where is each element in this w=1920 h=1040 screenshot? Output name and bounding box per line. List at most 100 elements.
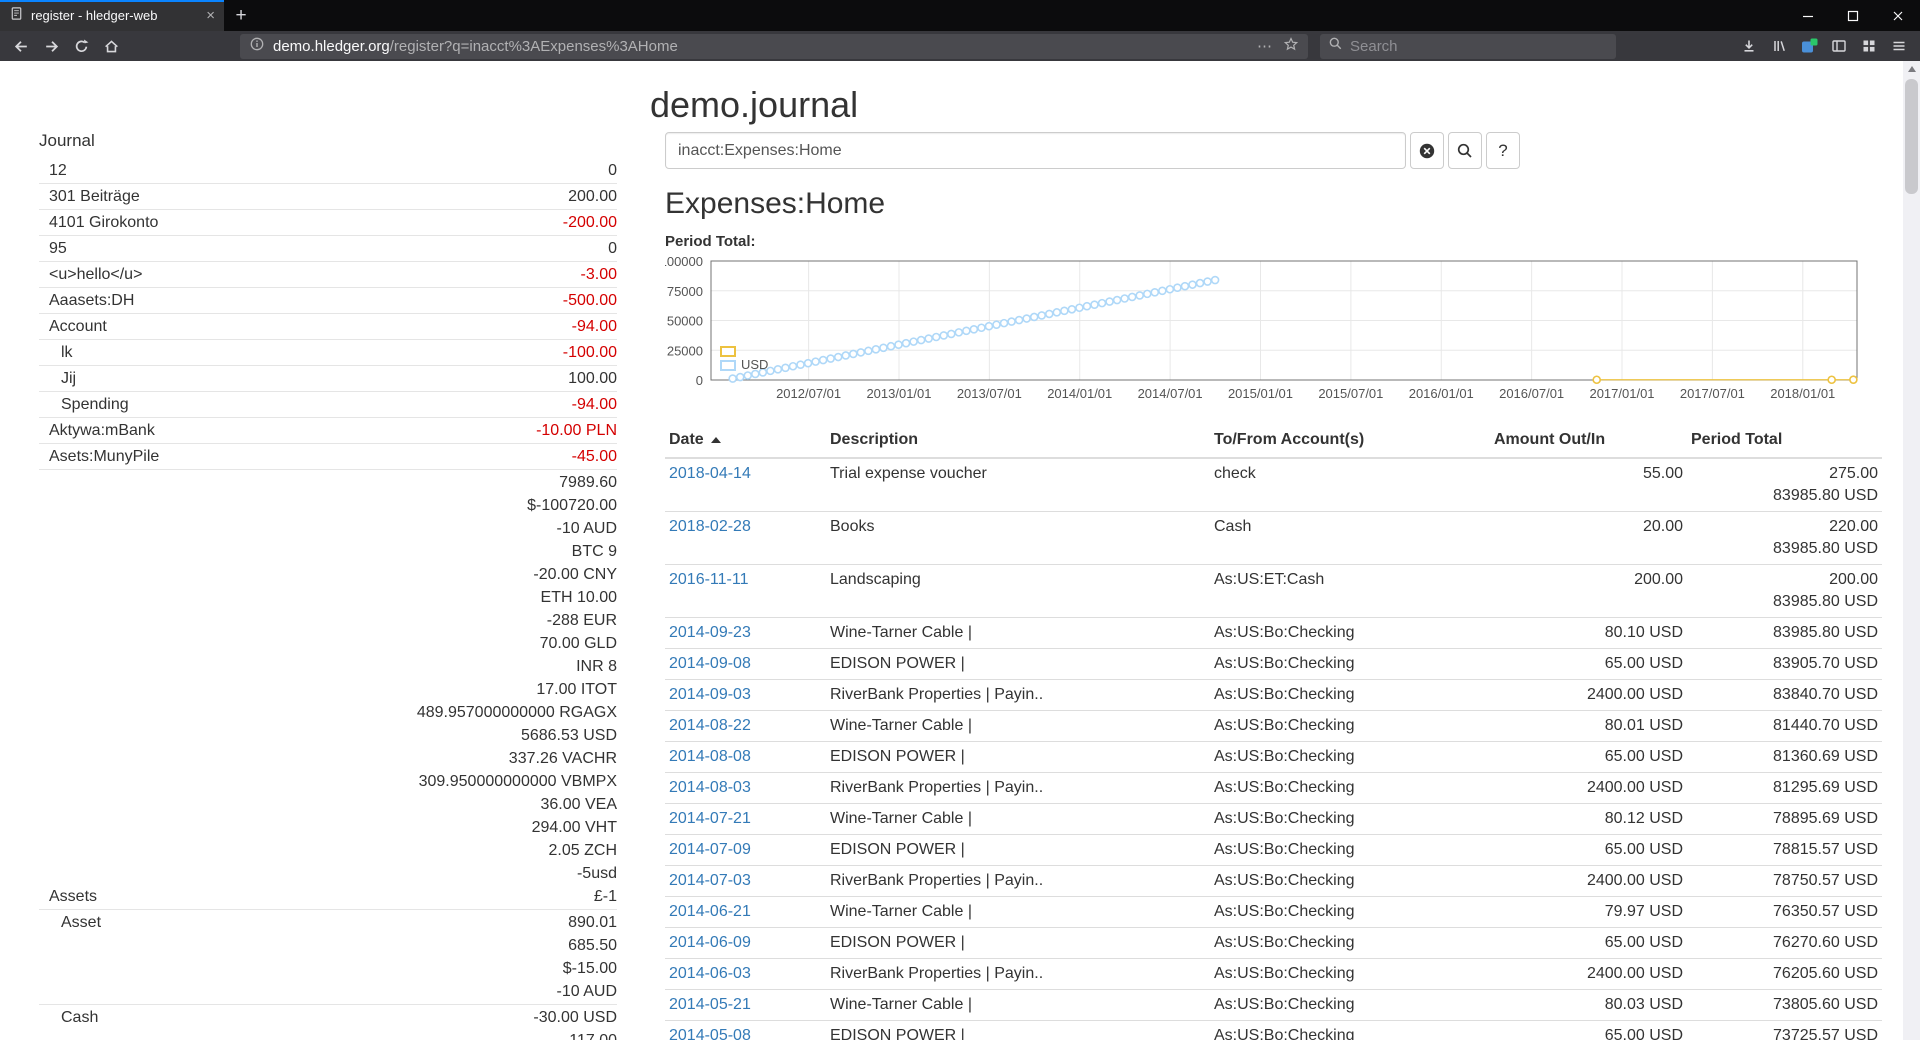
clear-query-button[interactable] bbox=[1410, 132, 1444, 169]
register-period-total: 83905.70 USD bbox=[1687, 649, 1882, 680]
register-description: Landscaping bbox=[826, 565, 1210, 618]
balance-amount: 100.00 bbox=[568, 367, 617, 390]
register-account: As:US:Bo:Checking bbox=[1210, 928, 1490, 959]
register-amount: 79.97 USD bbox=[1490, 897, 1687, 928]
register-period-total: 78750.57 USD bbox=[1687, 866, 1882, 897]
register-date-cell: 2014-06-09 bbox=[665, 928, 826, 959]
register-row: 2014-09-03RiverBank Properties | Payin..… bbox=[665, 680, 1882, 711]
account-link[interactable]: Asset bbox=[39, 911, 101, 934]
library-icon[interactable] bbox=[1764, 33, 1794, 59]
sidebar: Journal 120301 Beiträge200.004101 Giroko… bbox=[39, 129, 617, 1040]
scrollbar-up-arrow[interactable] bbox=[1903, 61, 1920, 77]
scrollbar[interactable] bbox=[1903, 61, 1920, 1040]
account-link[interactable]: 12 bbox=[39, 159, 67, 182]
register-date-link[interactable]: 2014-06-09 bbox=[669, 934, 751, 951]
account-link[interactable]: Jij bbox=[39, 367, 76, 390]
account-link[interactable]: Aaasets:DH bbox=[39, 289, 134, 312]
window-maximize-button[interactable] bbox=[1830, 0, 1875, 31]
account-link[interactable]: <u>hello</u> bbox=[39, 263, 142, 286]
bookmark-star-icon[interactable] bbox=[1283, 36, 1299, 57]
forward-button[interactable] bbox=[36, 33, 66, 59]
balance-amount: -500.00 bbox=[563, 289, 617, 312]
site-info-icon[interactable] bbox=[249, 36, 265, 57]
extension-icon[interactable] bbox=[1794, 33, 1824, 59]
browser-search-bar[interactable] bbox=[1320, 34, 1616, 59]
register-date-link[interactable]: 2014-08-03 bbox=[669, 779, 751, 796]
menu-icon[interactable] bbox=[1884, 33, 1914, 59]
sidebar-account-row: Spending-94.00 bbox=[39, 392, 617, 418]
register-row: 2014-06-03 RiverBank Properties | Payin..… bbox=[665, 959, 1882, 990]
register-period-total: 81360.69 USD bbox=[1687, 742, 1882, 773]
sidebars-icon[interactable] bbox=[1824, 33, 1854, 59]
register-table: DateDescriptionTo/From Account(s)Amount … bbox=[665, 423, 1882, 1040]
register-date-link[interactable]: 2014-06-21 bbox=[669, 903, 751, 920]
register-account: As:US:Bo:Checking bbox=[1210, 773, 1490, 804]
register-date-link[interactable]: 2014-09-08 bbox=[669, 655, 751, 672]
account-link[interactable]: Spending bbox=[39, 393, 129, 416]
register-date-link[interactable]: 2014-08-22 bbox=[669, 717, 751, 734]
account-link[interactable]: 301 Beiträge bbox=[39, 185, 140, 208]
register-date-link[interactable]: 2014-09-03 bbox=[669, 686, 751, 703]
downloads-icon[interactable] bbox=[1734, 33, 1764, 59]
sidebar-journal-link[interactable]: Journal bbox=[39, 129, 617, 153]
tab-close-icon[interactable]: × bbox=[206, 8, 215, 23]
scrollbar-thumb[interactable] bbox=[1905, 79, 1918, 194]
balance-amount: 70.00 GLD bbox=[417, 632, 617, 655]
register-account: Cash bbox=[1210, 512, 1490, 565]
page-actions-icon[interactable]: ⋯ bbox=[1257, 37, 1273, 55]
balance-amount: -30.00 USD bbox=[533, 1006, 617, 1029]
new-tab-button[interactable]: + bbox=[224, 0, 258, 31]
query-input[interactable] bbox=[665, 132, 1406, 169]
back-button[interactable] bbox=[6, 33, 36, 59]
account-link[interactable]: 4101 Girokonto bbox=[39, 211, 158, 234]
account-link[interactable]: Cash bbox=[39, 1006, 98, 1029]
register-period-total: 220.0083985.80 USD bbox=[1687, 512, 1882, 565]
account-link[interactable]: Assets bbox=[39, 885, 97, 908]
address-bar[interactable]: demo.hledger.org/register?q=inacct%3AExp… bbox=[240, 34, 1308, 59]
register-date-link[interactable]: 2014-05-21 bbox=[669, 996, 751, 1013]
account-link[interactable]: Account bbox=[39, 315, 107, 338]
register-period-total: 81295.69 USD bbox=[1687, 773, 1882, 804]
browser-chrome: register - hledger-web × + bbox=[0, 0, 1920, 61]
register-description: EDISON POWER | bbox=[826, 649, 1210, 680]
account-balance: 200.00 bbox=[568, 185, 617, 208]
search-icon bbox=[1328, 36, 1343, 56]
register-date-link[interactable]: 2014-07-09 bbox=[669, 841, 751, 858]
register-date-link[interactable]: 2016-11-11 bbox=[669, 571, 748, 588]
account-link[interactable]: lk bbox=[39, 341, 73, 364]
apps-grid-icon[interactable] bbox=[1854, 33, 1884, 59]
balance-amount: -10.00 PLN bbox=[536, 419, 617, 442]
register-date-link[interactable]: 2014-09-23 bbox=[669, 624, 751, 641]
column-header-date[interactable]: Date bbox=[665, 423, 826, 458]
register-date-link[interactable]: 2014-05-08 bbox=[669, 1027, 751, 1040]
home-button[interactable] bbox=[96, 33, 126, 59]
balance-amount: -117.00 bbox=[533, 1029, 617, 1040]
window-close-button[interactable] bbox=[1875, 0, 1920, 31]
window-minimize-button[interactable] bbox=[1785, 0, 1830, 31]
magnifier-icon bbox=[1456, 142, 1474, 160]
account-link[interactable]: Asets:MunyPile bbox=[39, 445, 159, 468]
sidebar-account-row: 4101 Girokonto-200.00 bbox=[39, 210, 617, 236]
register-date-link[interactable]: 2014-07-21 bbox=[669, 810, 751, 827]
browser-search-input[interactable] bbox=[1350, 38, 1580, 55]
register-date-cell: 2018-04-14 bbox=[665, 458, 826, 512]
balance-amount: BTC 9 bbox=[417, 540, 617, 563]
browser-tab[interactable]: register - hledger-web × bbox=[0, 0, 224, 31]
register-date-cell: 2018-02-28 bbox=[665, 512, 826, 565]
svg-text:50000: 50000 bbox=[667, 314, 703, 329]
reload-button[interactable] bbox=[66, 33, 96, 59]
register-date-link[interactable]: 2018-04-14 bbox=[669, 465, 751, 482]
register-date-link[interactable]: 2018-02-28 bbox=[669, 518, 751, 535]
account-link[interactable]: Aktywa:mBank bbox=[39, 419, 155, 442]
help-button[interactable]: ? bbox=[1486, 132, 1520, 169]
register-amount: 2400.00 USD bbox=[1490, 866, 1687, 897]
register-date-link[interactable]: 2014-06-03 bbox=[669, 965, 751, 982]
register-date-link[interactable]: 2014-07-03 bbox=[669, 872, 751, 889]
register-description: EDISON POWER | bbox=[826, 835, 1210, 866]
register-description: RiverBank Properties | Payin.. bbox=[826, 959, 1210, 990]
balance-amount: 2.05 ZCH bbox=[417, 839, 617, 862]
register-date-link[interactable]: 2014-08-08 bbox=[669, 748, 751, 765]
account-link[interactable]: 95 bbox=[39, 237, 67, 260]
search-button[interactable] bbox=[1448, 132, 1482, 169]
register-amount: 65.00 USD bbox=[1490, 742, 1687, 773]
